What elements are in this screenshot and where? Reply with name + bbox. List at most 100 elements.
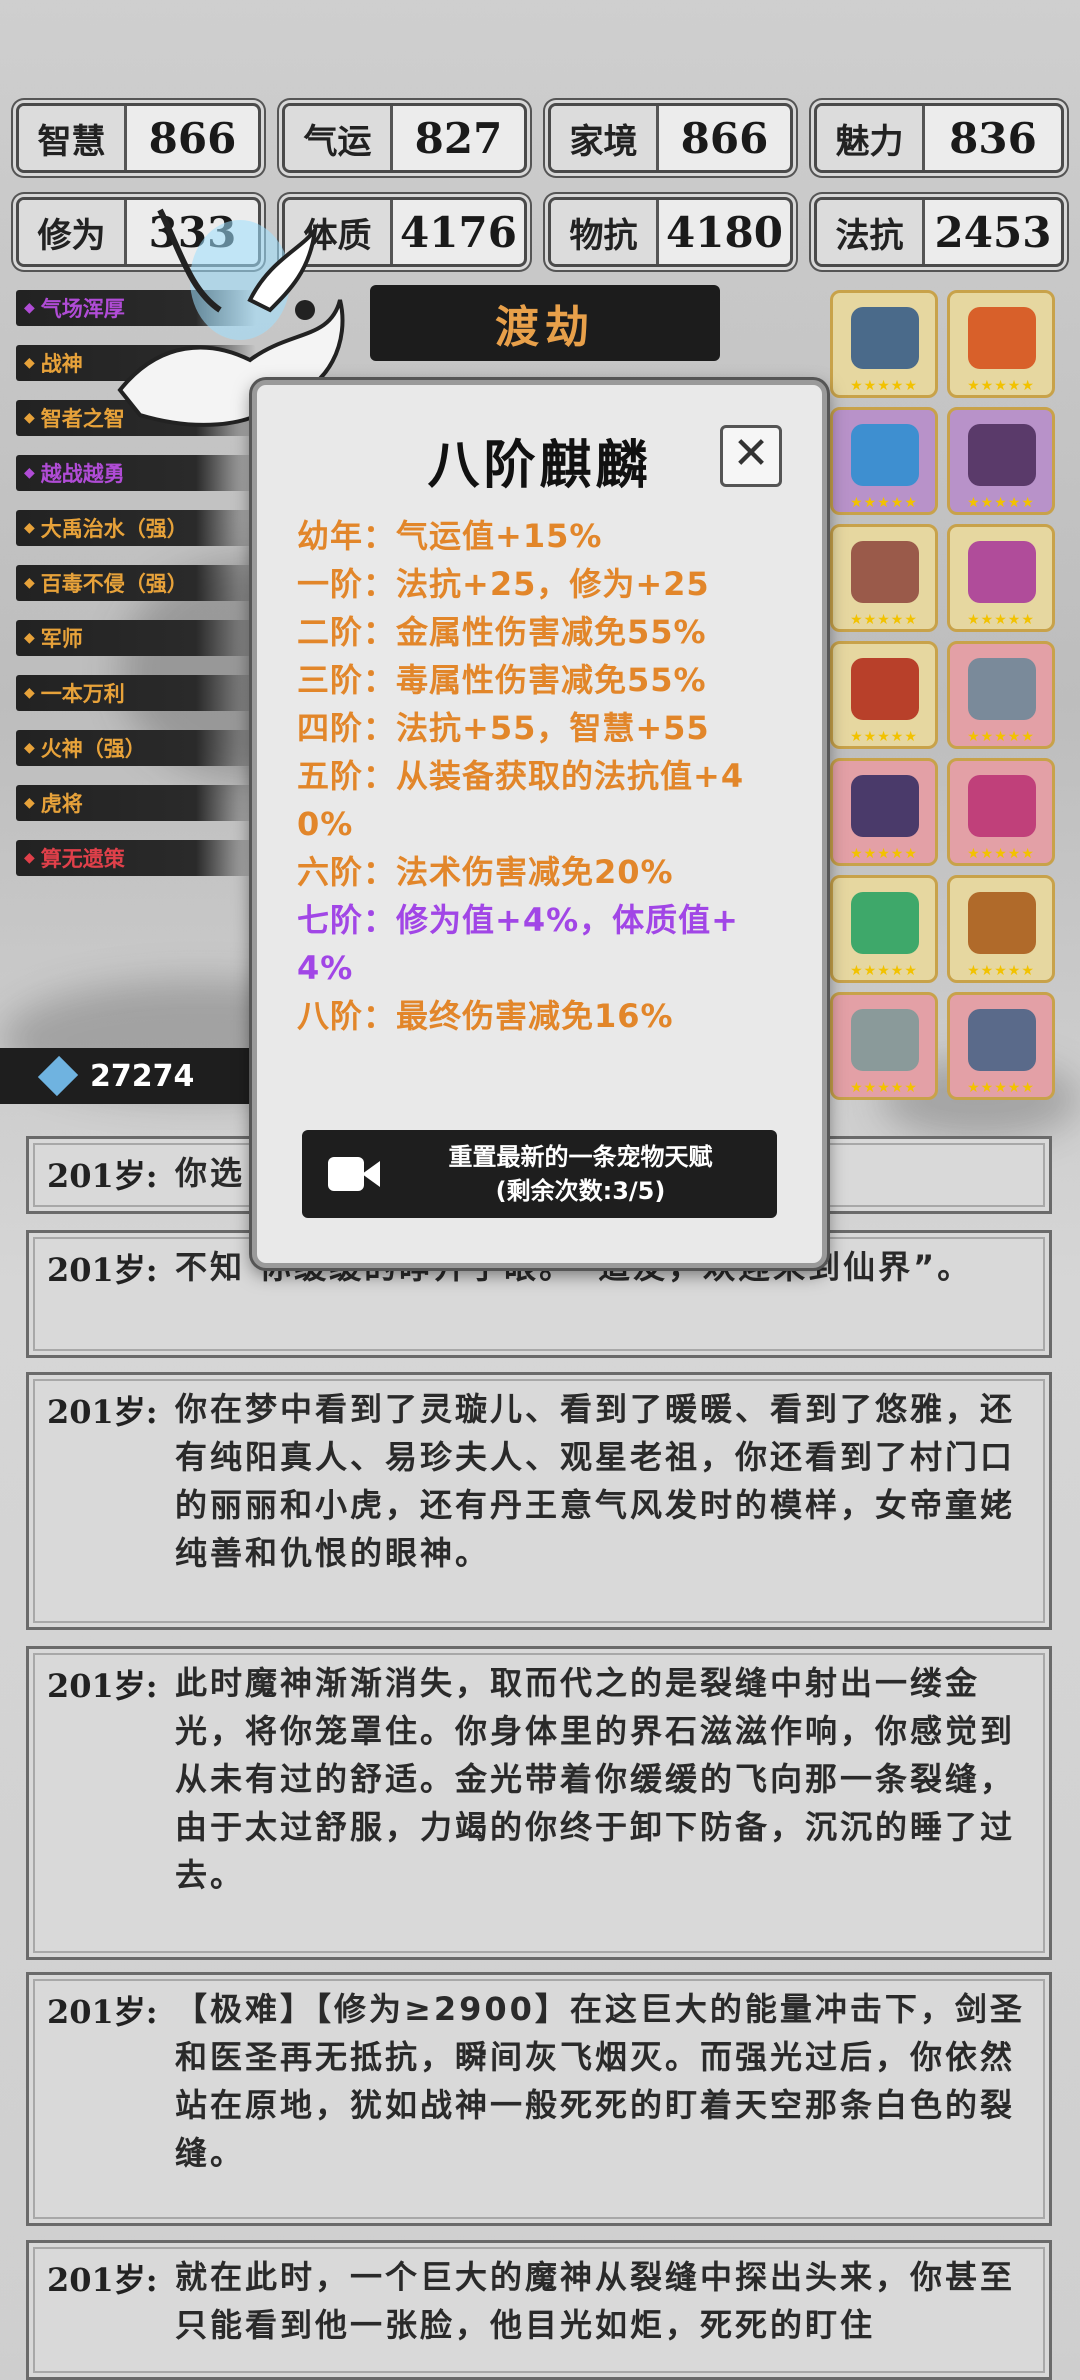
tier-bonus-row: 三阶：毒属性伤害减免55% — [297, 661, 707, 699]
talent-item[interactable]: ◆ 算无遗策 — [16, 840, 256, 876]
diamond-icon: ◆ — [24, 300, 35, 316]
stat-label: 气运 — [285, 106, 393, 170]
star-rating: ★★★★★ — [850, 378, 918, 394]
sword-icon — [968, 658, 1036, 720]
diamond-icon: ◆ — [24, 465, 35, 481]
stat-box: 物抗 4180 — [548, 197, 793, 267]
reset-button-text: 重置最新的一条宠物天赋 (剩余次数:3/5) — [384, 1140, 777, 1208]
stat-value: 4176 — [400, 207, 517, 257]
pet-talent-dialog: 八阶麒麟 ✕ 幼年：气运值+15% 一阶：法抗+25，修为+25 二阶：金属性伤害减… — [252, 380, 827, 1268]
log-text: 你在梦中看到了灵璇儿、看到了暖暖、看到了悠雅，还有纯阳真人、易珍夫人、观星老祖，… — [175, 1390, 1016, 1572]
stat-box: 法抗 2453 — [814, 197, 1064, 267]
stat-box: 智慧 866 — [16, 103, 261, 173]
reset-talent-button[interactable]: 重置最新的一条宠物天赋 (剩余次数:3/5) — [302, 1130, 777, 1218]
diamond-icon: ◆ — [24, 355, 35, 371]
orb-icon — [851, 424, 919, 486]
star-rating: ★★★★★ — [850, 1080, 918, 1096]
tier-bonus-row: 二阶：金属性伤害减免55% — [297, 613, 707, 651]
log-age: 201岁: — [47, 1393, 158, 1431]
talent-label: 大禹治水（强） — [40, 517, 188, 541]
log-entry: 201岁: 你在梦中看到了灵璇儿、看到了暖暖、看到了悠雅，还有纯阳真人、易珍夫人、… — [26, 1372, 1052, 1630]
stat-label: 法抗 — [817, 200, 925, 264]
star-rating: ★★★★★ — [967, 729, 1035, 745]
equipment-slot[interactable]: ★★★★★ — [947, 992, 1055, 1100]
talent-label: 算无遗策 — [40, 847, 125, 871]
stat-box: 魅力 836 — [814, 103, 1064, 173]
close-icon: ✕ — [732, 428, 770, 479]
tier-bonus-row: 五阶：从装备获取的法抗值+40% — [297, 757, 745, 843]
equipment-slot[interactable]: ★★★★★ — [830, 290, 938, 398]
star-rating: ★★★★★ — [967, 846, 1035, 862]
diamond-icon: ◆ — [24, 740, 35, 756]
talent-item[interactable]: ◆ 军师 — [16, 620, 256, 656]
stat-label: 智慧 — [19, 106, 127, 170]
stat-box: 气运 827 — [282, 103, 527, 173]
equipment-slot[interactable]: ★★★★★ — [947, 524, 1055, 632]
diamond-icon: ◆ — [24, 410, 35, 426]
star-rating: ★★★★★ — [850, 963, 918, 979]
log-age: 201岁: — [47, 1993, 158, 2031]
teapot-icon — [968, 541, 1036, 603]
equipment-slot[interactable]: ★★★★★ — [830, 641, 938, 749]
scroll-icon — [851, 541, 919, 603]
star-rating: ★★★★★ — [967, 612, 1035, 628]
log-age: 201岁: — [47, 2261, 158, 2299]
equipment-slot[interactable]: ★★★★★ — [947, 875, 1055, 983]
star-rating: ★★★★★ — [967, 378, 1035, 394]
equipment-slot[interactable]: ★★★★★ — [830, 758, 938, 866]
equipment-slot[interactable]: ★★★★★ — [947, 290, 1055, 398]
star-rating: ★★★★★ — [850, 495, 918, 511]
star-rating: ★★★★★ — [850, 729, 918, 745]
currency-amount: 27274 — [90, 1058, 195, 1094]
star-rating: ★★★★★ — [967, 1080, 1035, 1096]
equipment-slot[interactable]: ★★★★★ — [947, 407, 1055, 515]
axe-icon — [851, 1009, 919, 1071]
bow-icon — [968, 424, 1036, 486]
bracelet-icon — [968, 307, 1036, 369]
star-rating: ★★★★★ — [850, 846, 918, 862]
log-age: 201岁: — [47, 1667, 158, 1705]
talent-label: 一本万利 — [40, 682, 125, 706]
tribulation-banner[interactable]: 渡劫 — [370, 285, 720, 361]
talent-item[interactable]: ◆ 虎将 — [16, 785, 256, 821]
video-camera-icon — [328, 1153, 384, 1195]
tier-bonus-row: 八阶：最终伤害减免16% — [297, 997, 674, 1035]
stat-label: 物抗 — [551, 200, 659, 264]
talent-item[interactable]: ◆ 越战越勇 — [16, 455, 256, 491]
close-button[interactable]: ✕ — [720, 425, 782, 487]
talent-item[interactable]: ◆ 一本万利 — [16, 675, 256, 711]
equipment-slot[interactable]: ★★★★★ — [830, 524, 938, 632]
star-rating: ★★★★★ — [967, 963, 1035, 979]
stat-label: 家境 — [551, 106, 659, 170]
talent-item[interactable]: ◆ 火神（强） — [16, 730, 256, 766]
reset-button-count: (剩余次数:3/5) — [495, 1177, 666, 1205]
log-age: 201岁: — [47, 1157, 158, 1195]
equipment-slot[interactable]: ★★★★★ — [947, 758, 1055, 866]
log-age: 201岁: — [47, 1251, 158, 1289]
stat-value: 4180 — [666, 207, 783, 257]
diamond-icon: ◆ — [24, 850, 35, 866]
stat-value: 2453 — [934, 207, 1052, 257]
diamond-icon: ◆ — [24, 575, 35, 591]
talent-label: 战神 — [40, 352, 83, 376]
tier-bonus-row: 六阶：法术伤害减免20% — [297, 853, 674, 891]
talent-item[interactable]: ◆ 百毒不侵（强） — [16, 565, 256, 601]
tier-bonus-row: 四阶：法抗+55，智慧+55 — [297, 709, 710, 747]
diamond-icon: ◆ — [24, 795, 35, 811]
equipment-slot[interactable]: ★★★★★ — [830, 992, 938, 1100]
equipment-slot[interactable]: ★★★★★ — [830, 407, 938, 515]
log-entry: 201岁: 【极难】【修为≥2900】在这巨大的能量冲击下，剑圣和医圣再无抵抗，瞬… — [26, 1972, 1052, 2226]
talent-label: 火神（强） — [40, 737, 146, 761]
tier-bonus-row: 幼年：气运值+15% — [297, 517, 603, 555]
talent-label: 虎将 — [40, 792, 83, 816]
equipment-slot[interactable]: ★★★★★ — [947, 641, 1055, 749]
diamond-icon: ◆ — [24, 685, 35, 701]
saddle-icon — [968, 775, 1036, 837]
dagger-icon — [851, 307, 919, 369]
diamond-icon: ◆ — [24, 630, 35, 646]
stat-label: 魅力 — [817, 106, 925, 170]
stat-box: 家境 866 — [548, 103, 793, 173]
tier-bonus-row: 七阶：修为值+4%，体质值+4% — [297, 901, 739, 987]
equipment-slot[interactable]: ★★★★★ — [830, 875, 938, 983]
talent-item[interactable]: ◆ 大禹治水（强） — [16, 510, 256, 546]
